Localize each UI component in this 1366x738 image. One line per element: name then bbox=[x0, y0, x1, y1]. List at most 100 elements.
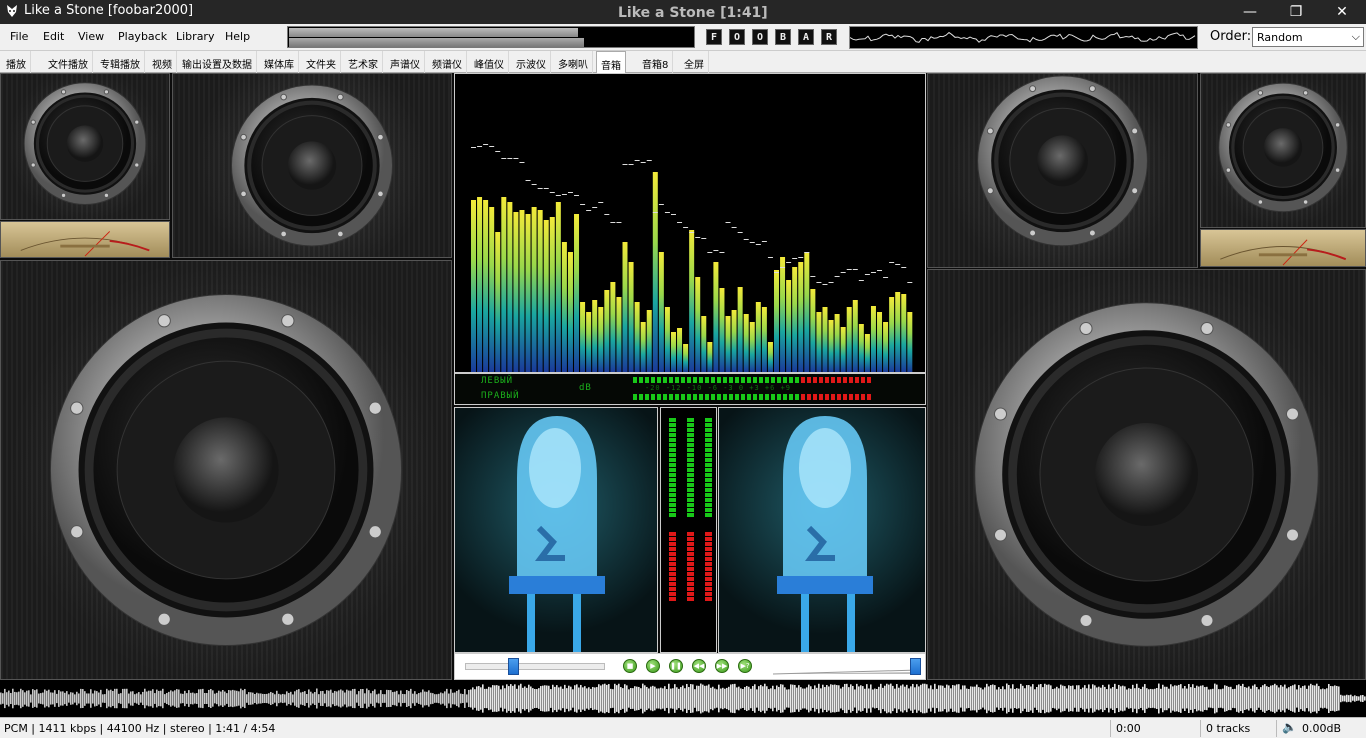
vu-led bbox=[639, 377, 643, 383]
logo-button-o2[interactable]: O bbox=[752, 29, 768, 45]
vu-led bbox=[825, 394, 829, 400]
close-button[interactable]: ✕ bbox=[1319, 0, 1365, 24]
play-button[interactable]: ▶ bbox=[646, 659, 660, 673]
waveform-sample bbox=[996, 689, 998, 708]
speaker-cone-icon bbox=[49, 293, 403, 647]
logo-button-b[interactable]: B bbox=[775, 29, 791, 45]
balance-thumb[interactable] bbox=[507, 658, 519, 675]
minimize-button[interactable]: — bbox=[1227, 0, 1273, 24]
foobar-app-icon[interactable] bbox=[5, 4, 19, 18]
peak-meter-led bbox=[669, 547, 676, 551]
stop-button[interactable]: ■ bbox=[623, 659, 637, 673]
tab-11[interactable]: 示波仪 bbox=[512, 51, 551, 73]
waveform-sample bbox=[578, 687, 580, 710]
waveform-sample bbox=[982, 689, 984, 708]
waveform-sample bbox=[256, 692, 258, 705]
tab-8[interactable]: 声谱仪 bbox=[386, 51, 425, 73]
menu-help[interactable]: Help bbox=[225, 30, 250, 43]
waveform-sample bbox=[452, 692, 454, 705]
volume-thumb[interactable] bbox=[909, 658, 921, 675]
spectrum-peak bbox=[901, 267, 907, 268]
spectrum-peak bbox=[586, 210, 592, 211]
menu-view[interactable]: View bbox=[78, 30, 104, 43]
waveform-sample bbox=[614, 683, 616, 714]
waveform-sample bbox=[54, 690, 56, 707]
waveform-sample bbox=[1146, 688, 1148, 709]
tab-15[interactable]: 全屏 bbox=[680, 51, 709, 73]
waveform-sample bbox=[726, 687, 728, 710]
seek-bar[interactable] bbox=[287, 26, 695, 48]
tab-7[interactable]: 艺术家 bbox=[344, 51, 383, 73]
previous-button[interactable]: ◀◀ bbox=[692, 659, 706, 673]
waveform-sample bbox=[594, 687, 596, 710]
waveform-sample bbox=[1160, 688, 1162, 709]
spectrum-bar bbox=[755, 302, 761, 372]
tab-12[interactable]: 多喇叭 bbox=[554, 51, 593, 73]
waveform-sample bbox=[1218, 689, 1220, 708]
waveform-sample bbox=[102, 694, 104, 703]
peak-meter-led bbox=[705, 473, 712, 477]
next-button[interactable]: ▶▶ bbox=[715, 659, 729, 673]
vu-led bbox=[813, 377, 817, 383]
logo-button-r[interactable]: R bbox=[821, 29, 837, 45]
waveform-sample bbox=[1134, 688, 1136, 709]
menu-playback[interactable]: Playback bbox=[118, 30, 167, 43]
waveform-sample bbox=[1116, 688, 1118, 709]
spectrum-peak bbox=[780, 267, 786, 268]
peak-meter-led bbox=[669, 428, 676, 432]
tab-9[interactable]: 频谱仪 bbox=[428, 51, 467, 73]
tab-14[interactable]: 音箱8 bbox=[638, 51, 674, 73]
tab-10[interactable]: 峰值仪 bbox=[470, 51, 509, 73]
vu-led bbox=[633, 394, 637, 400]
waveform-sample bbox=[52, 692, 54, 705]
peak-meter-led bbox=[705, 488, 712, 492]
waveform-sample bbox=[104, 694, 106, 703]
waveform-sample bbox=[836, 685, 838, 712]
vu-led bbox=[759, 377, 763, 383]
spectrum-bar bbox=[901, 294, 907, 372]
speaker-large-right bbox=[927, 269, 1366, 680]
tab-3[interactable]: 视频 bbox=[148, 51, 177, 73]
menu-library[interactable]: Library bbox=[176, 30, 214, 43]
random-button[interactable]: ▶? bbox=[738, 659, 752, 673]
waveform-sample bbox=[660, 687, 662, 710]
spectrum-peak bbox=[816, 282, 822, 283]
order-dropdown[interactable]: Random ⌵ bbox=[1252, 27, 1364, 47]
tab-2[interactable]: 专辑播放 bbox=[96, 51, 145, 73]
waveform-sample bbox=[550, 689, 552, 708]
tab-5[interactable]: 媒体库 bbox=[260, 51, 299, 73]
spectrum-bar bbox=[525, 214, 531, 372]
waveform-sample bbox=[358, 691, 360, 706]
spectrum-bar bbox=[743, 314, 749, 372]
tab-1[interactable]: 文件播放 bbox=[44, 51, 93, 73]
vu-led bbox=[867, 377, 871, 383]
tab-0[interactable]: 播放 bbox=[2, 51, 31, 73]
volume-slider[interactable] bbox=[773, 658, 923, 676]
tab-4[interactable]: 输出设置及数据 bbox=[178, 51, 257, 73]
waveform-sample bbox=[234, 690, 236, 707]
logo-button-f[interactable]: F bbox=[706, 29, 722, 45]
peak-meter-led bbox=[705, 458, 712, 462]
tab-13[interactable]: 音箱 bbox=[596, 51, 626, 73]
waveform-sample bbox=[862, 686, 864, 711]
logo-button-a[interactable]: A bbox=[798, 29, 814, 45]
speaker-volume-icon[interactable]: 🔈 bbox=[1282, 720, 1297, 734]
peak-meter-led bbox=[687, 562, 694, 566]
waveform-sample bbox=[1276, 685, 1278, 712]
menu-file[interactable]: File bbox=[10, 30, 28, 43]
waveform-sample bbox=[284, 694, 286, 703]
logo-button-o1[interactable]: O bbox=[729, 29, 745, 45]
analog-vu-gauge-icon bbox=[20, 231, 150, 257]
menu-edit[interactable]: Edit bbox=[43, 30, 64, 43]
waveform-sample bbox=[22, 690, 24, 707]
maximize-button[interactable]: ❐ bbox=[1273, 0, 1319, 24]
waveform-sample bbox=[992, 684, 994, 713]
balance-track[interactable] bbox=[465, 663, 605, 670]
window-title: Like a Stone [foobar2000] bbox=[24, 3, 194, 18]
waveform-seekbar[interactable] bbox=[0, 680, 1366, 717]
pause-button[interactable]: ❚❚ bbox=[669, 659, 683, 673]
spectrum-bar bbox=[513, 212, 519, 372]
tab-6[interactable]: 文件夹 bbox=[302, 51, 341, 73]
waveform-sample bbox=[676, 687, 678, 710]
spectrum-peak bbox=[507, 158, 513, 159]
